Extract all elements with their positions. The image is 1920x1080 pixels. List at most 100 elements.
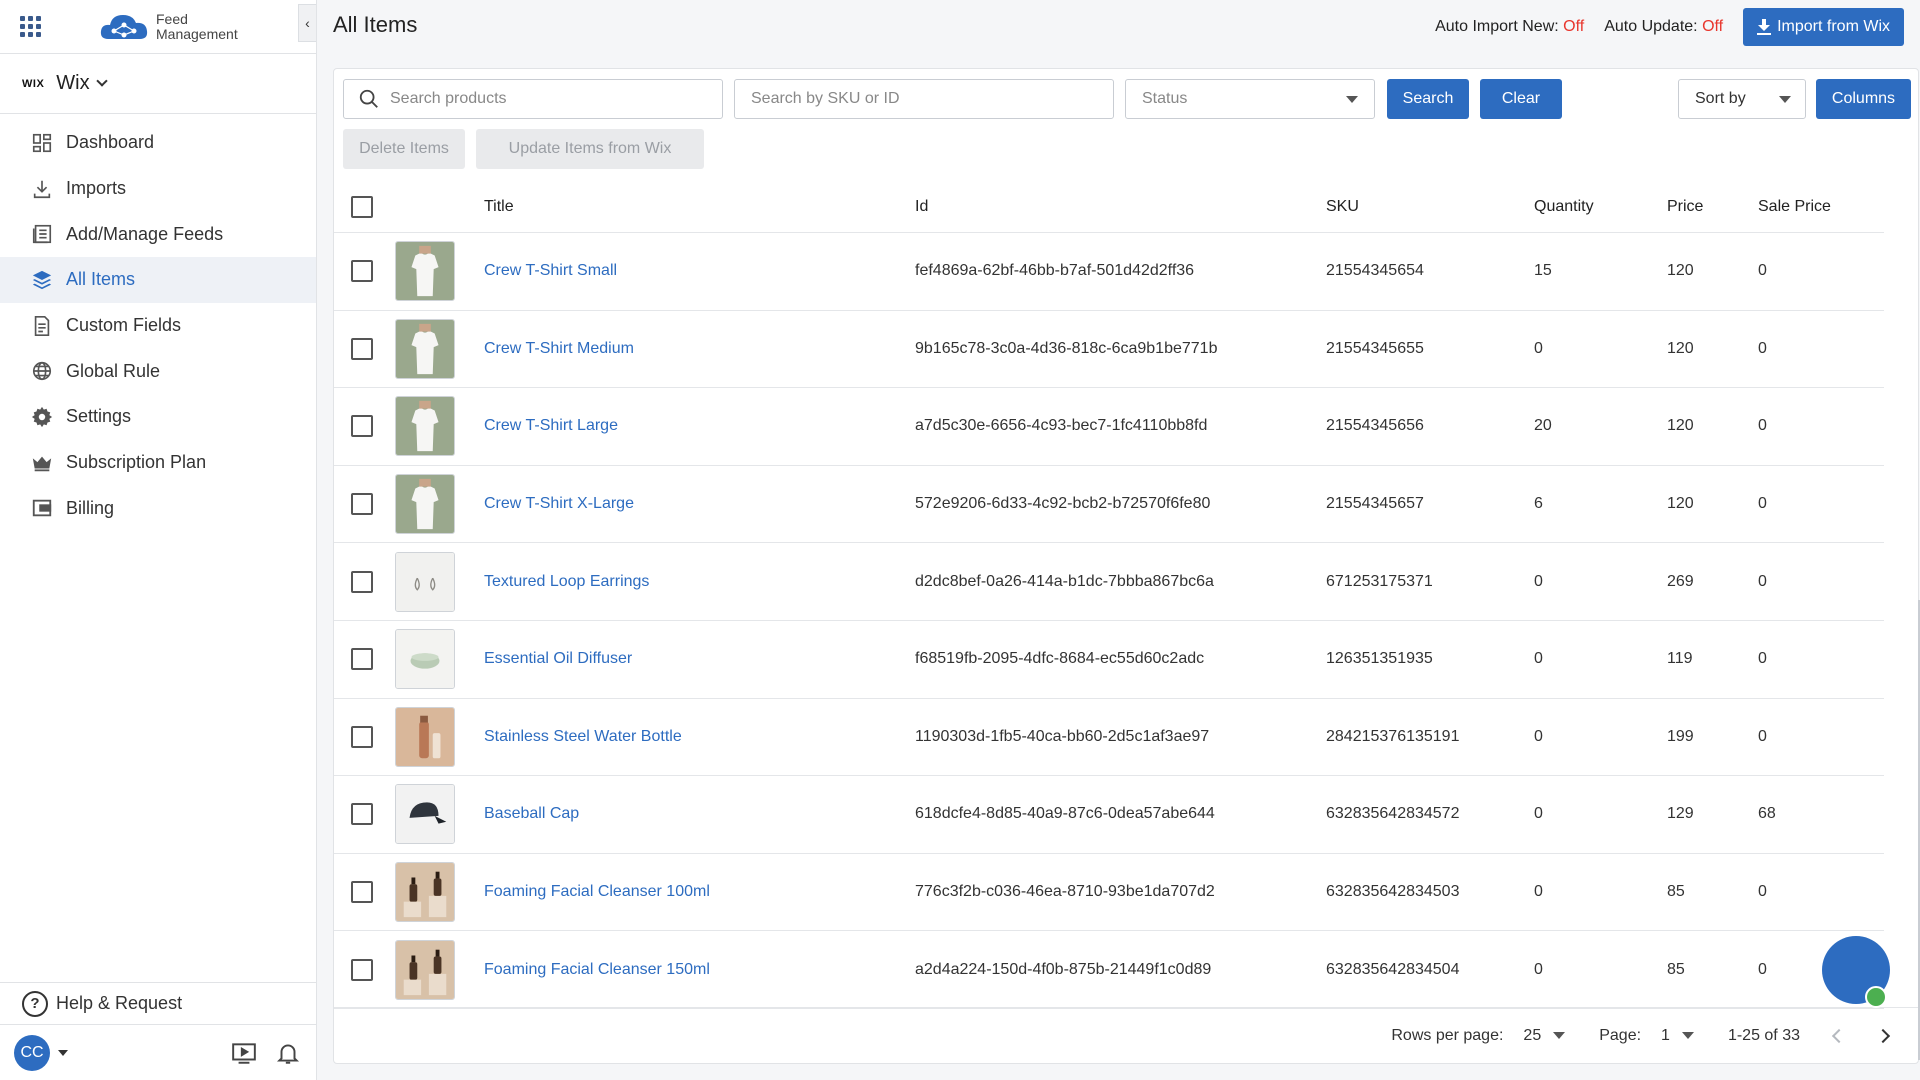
column-price[interactable]: Price (1667, 181, 1703, 232)
row-checkbox[interactable] (351, 854, 373, 931)
product-title-link[interactable]: Stainless Steel Water Bottle (484, 728, 682, 746)
column-title[interactable]: Title (484, 181, 514, 232)
caret-down-icon[interactable] (1553, 1032, 1566, 1039)
product-id: a7d5c30e-6656-4c93-bec7-1fc4110bb8fd (915, 417, 1208, 435)
product-quantity: 0 (1534, 960, 1543, 978)
product-sku: 21554345657 (1326, 495, 1424, 513)
pager (1831, 1028, 1891, 1043)
table-body: Crew T-Shirt Small fef4869a-62bf-46bb-b7a… (334, 233, 1884, 1009)
column-quantity[interactable]: Quantity (1534, 181, 1594, 232)
select-all-checkbox[interactable] (351, 181, 373, 232)
document-icon (30, 314, 54, 338)
page-group: Page: 1 (1599, 1027, 1694, 1045)
sidebar-item-custom-fields[interactable]: Custom Fields (0, 303, 316, 349)
product-title-link[interactable]: Essential Oil Diffuser (484, 650, 632, 668)
delete-items-button[interactable]: Delete Items (343, 129, 465, 169)
product-price: 85 (1667, 883, 1685, 901)
sidebar-item-feeds[interactable]: Add/Manage Feeds (0, 211, 316, 257)
column-sku[interactable]: SKU (1326, 181, 1359, 232)
caret-down-icon[interactable] (58, 1049, 68, 1056)
chevron-right-icon[interactable] (1875, 1028, 1891, 1043)
product-title-cell: Crew T-Shirt Large (484, 388, 618, 465)
row-checkbox[interactable] (351, 776, 373, 853)
product-title-link[interactable]: Crew T-Shirt Medium (484, 340, 634, 358)
auto-import-status[interactable]: Auto Import New: Off (1435, 18, 1584, 36)
clear-button[interactable]: Clear (1480, 79, 1562, 119)
sort-by-select[interactable]: Sort by (1678, 79, 1806, 119)
product-sku: 671253175371 (1326, 572, 1433, 590)
table-row[interactable]: Foaming Facial Cleanser 150ml a2d4a224-15… (334, 931, 1884, 1009)
row-checkbox[interactable] (351, 388, 373, 465)
collapse-sidebar-button[interactable]: ‹ (298, 4, 316, 42)
table-row[interactable]: Crew T-Shirt Large a7d5c30e-6656-4c93-bec… (334, 388, 1884, 466)
chevron-left-icon[interactable] (1831, 1028, 1847, 1043)
sidebar-item-all-items[interactable]: All Items (0, 257, 316, 303)
product-id: 776c3f2b-c036-46ea-8710-93be1da707d2 (915, 883, 1215, 901)
page-value[interactable]: 1 (1661, 1027, 1670, 1045)
product-id: fef4869a-62bf-46bb-b7af-501d42d2ff36 (915, 262, 1195, 280)
update-items-button[interactable]: Update Items from Wix (476, 129, 704, 169)
search-button[interactable]: Search (1387, 79, 1469, 119)
row-checkbox[interactable] (351, 311, 373, 388)
product-title-link[interactable]: Crew T-Shirt X-Large (484, 495, 634, 513)
product-title-link[interactable]: Crew T-Shirt Small (484, 262, 617, 280)
columns-button[interactable]: Columns (1816, 79, 1911, 119)
row-checkbox[interactable] (351, 699, 373, 776)
bell-icon[interactable] (275, 1040, 301, 1066)
search-input[interactable] (390, 90, 722, 108)
product-quantity: 15 (1534, 262, 1552, 280)
table-row[interactable]: Foaming Facial Cleanser 100ml 776c3f2b-c0… (334, 854, 1884, 932)
tutorial-video-icon[interactable] (231, 1040, 257, 1066)
table-row[interactable]: Crew T-Shirt Small fef4869a-62bf-46bb-b7a… (334, 233, 1884, 311)
row-checkbox[interactable] (351, 466, 373, 543)
table-row[interactable]: Essential Oil Diffuser f68519fb-2095-4dfc… (334, 621, 1884, 699)
crown-icon (30, 451, 54, 475)
product-quantity: 0 (1534, 805, 1543, 823)
apps-grid-icon[interactable] (20, 15, 42, 38)
sku-search-field[interactable] (734, 79, 1114, 119)
table-row[interactable]: Stainless Steel Water Bottle 1190303d-1fb… (334, 699, 1884, 777)
product-price: 119 (1667, 650, 1693, 668)
column-id[interactable]: Id (915, 181, 928, 232)
row-checkbox[interactable] (351, 621, 373, 698)
caret-down-icon (1779, 95, 1791, 103)
table-row[interactable]: Crew T-Shirt X-Large 572e9206-6d33-4c92-b… (334, 466, 1884, 544)
product-quantity: 0 (1534, 339, 1543, 357)
product-title-link[interactable]: Textured Loop Earrings (484, 573, 649, 591)
import-from-wix-button[interactable]: Import from Wix (1743, 8, 1904, 46)
search-products-field[interactable] (343, 79, 723, 119)
column-sale-price[interactable]: Sale Price (1758, 181, 1831, 232)
product-title-link[interactable]: Foaming Facial Cleanser 100ml (484, 883, 710, 901)
product-thumbnail (395, 233, 455, 310)
row-checkbox[interactable] (351, 931, 373, 1008)
help-request-link[interactable]: ? Help & Request (0, 982, 317, 1024)
sidebar-item-global-rule[interactable]: Global Rule (0, 348, 316, 394)
product-image (395, 318, 455, 379)
product-image (395, 474, 455, 535)
table-row[interactable]: Textured Loop Earrings d2dc8bef-0a26-414a… (334, 543, 1884, 621)
auto-update-status[interactable]: Auto Update: Off (1604, 18, 1723, 36)
sidebar-item-imports[interactable]: Imports (0, 166, 316, 212)
caret-down-icon[interactable] (1681, 1032, 1694, 1039)
sidebar-item-dashboard[interactable]: Dashboard (0, 120, 316, 166)
row-checkbox[interactable] (351, 233, 373, 310)
row-checkbox[interactable] (351, 543, 373, 620)
table-header: Title Id SKU Quantity Price Sale Price (334, 181, 1884, 233)
sku-input[interactable] (751, 90, 1113, 108)
page-label: Page: (1599, 1026, 1642, 1044)
product-title-link[interactable]: Crew T-Shirt Large (484, 417, 618, 435)
sidebar-item-billing[interactable]: Billing (0, 486, 316, 532)
avatar[interactable]: CC (14, 1034, 50, 1071)
product-title-link[interactable]: Foaming Facial Cleanser 150ml (484, 961, 710, 979)
rows-per-page-value[interactable]: 25 (1523, 1027, 1541, 1045)
app-logo[interactable]: Feed Management (98, 11, 238, 43)
sidebar-item-subscription[interactable]: Subscription Plan (0, 440, 316, 486)
store-selector[interactable]: WIX Wix (0, 54, 316, 114)
product-title-link[interactable]: Baseball Cap (484, 805, 579, 823)
table-row[interactable]: Crew T-Shirt Medium 9b165c78-3c0a-4d36-81… (334, 311, 1884, 389)
sidebar-item-settings[interactable]: Settings (0, 394, 316, 440)
status-select[interactable]: Status (1125, 79, 1375, 119)
import-button-label: Import from Wix (1777, 18, 1890, 35)
product-price: 85 (1667, 960, 1685, 978)
table-row[interactable]: Baseball Cap 618dcfe4-8d85-40a9-87c6-0dea… (334, 776, 1884, 854)
